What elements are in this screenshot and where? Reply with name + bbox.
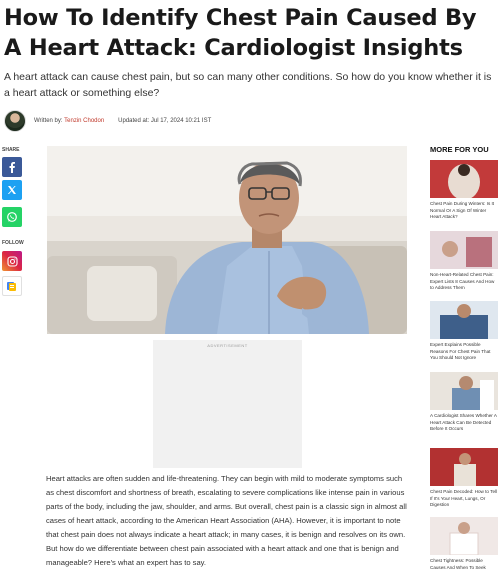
- card-thumbnail: [430, 448, 498, 486]
- advertisement-slot[interactable]: ADVERTISEMENT: [153, 340, 302, 468]
- byline: Written by: Tenzin Chodon Updated at: Ju…: [4, 109, 304, 133]
- card-title: A Cardiologist Shares Whether A Heart At…: [430, 413, 497, 431]
- whatsapp-icon[interactable]: [2, 207, 22, 227]
- card-title: Chest Pain Decoded: How to Tell If It's …: [430, 489, 498, 507]
- author-link[interactable]: Tenzin Chodon: [64, 118, 104, 124]
- x-icon[interactable]: [2, 180, 22, 200]
- more-for-you-title: MORE FOR YOU: [430, 145, 489, 154]
- byline-prefix: Written by: Tenzin Chodon: [34, 118, 105, 124]
- follow-label: FOLLOW: [2, 240, 24, 246]
- facebook-icon[interactable]: [2, 157, 22, 177]
- card-thumbnail: [430, 372, 498, 410]
- sidebar-card[interactable]: Chest Pain Decoded: How to Tell If It's …: [430, 448, 498, 509]
- sidebar-card[interactable]: Expert Explains Possible Reasons For Che…: [430, 301, 498, 362]
- card-thumbnail: [430, 301, 498, 339]
- google-news-icon[interactable]: [2, 276, 22, 296]
- article-title: How To Identify Chest Pain Caused By A H…: [4, 5, 477, 61]
- instagram-icon[interactable]: [2, 251, 22, 271]
- card-thumbnail: [430, 231, 498, 269]
- card-title: Chest Pain During Winters: Is It Normal …: [430, 201, 495, 219]
- card-thumbnail: [430, 517, 498, 555]
- card-title: Non-Heart-Related Chest Pain: Expert Lis…: [430, 272, 495, 290]
- ad-label: ADVERTISEMENT: [207, 343, 248, 348]
- sidebar-card[interactable]: Chest Pain During Winters: Is It Normal …: [430, 160, 498, 221]
- card-title: Expert Explains Possible Reasons For Che…: [430, 342, 491, 360]
- hero-image: [47, 146, 407, 334]
- card-thumbnail: [430, 160, 498, 198]
- share-label: SHARE: [2, 147, 20, 153]
- updated-timestamp: Updated at: Jul 17, 2024 10:21 IST: [118, 118, 212, 124]
- author-avatar[interactable]: [4, 110, 26, 132]
- article-subtitle: A heart attack can cause chest pain, but…: [4, 71, 492, 99]
- article-body: Heart attacks are often sudden and life-…: [46, 474, 407, 567]
- sidebar-card[interactable]: Chest Tightness: Possible Causes And Whe…: [430, 517, 498, 570]
- sidebar-card[interactable]: Non-Heart-Related Chest Pain: Expert Lis…: [430, 231, 498, 292]
- card-title: Chest Tightness: Possible Causes And Whe…: [430, 558, 486, 570]
- sidebar-card[interactable]: A Cardiologist Shares Whether A Heart At…: [430, 372, 498, 433]
